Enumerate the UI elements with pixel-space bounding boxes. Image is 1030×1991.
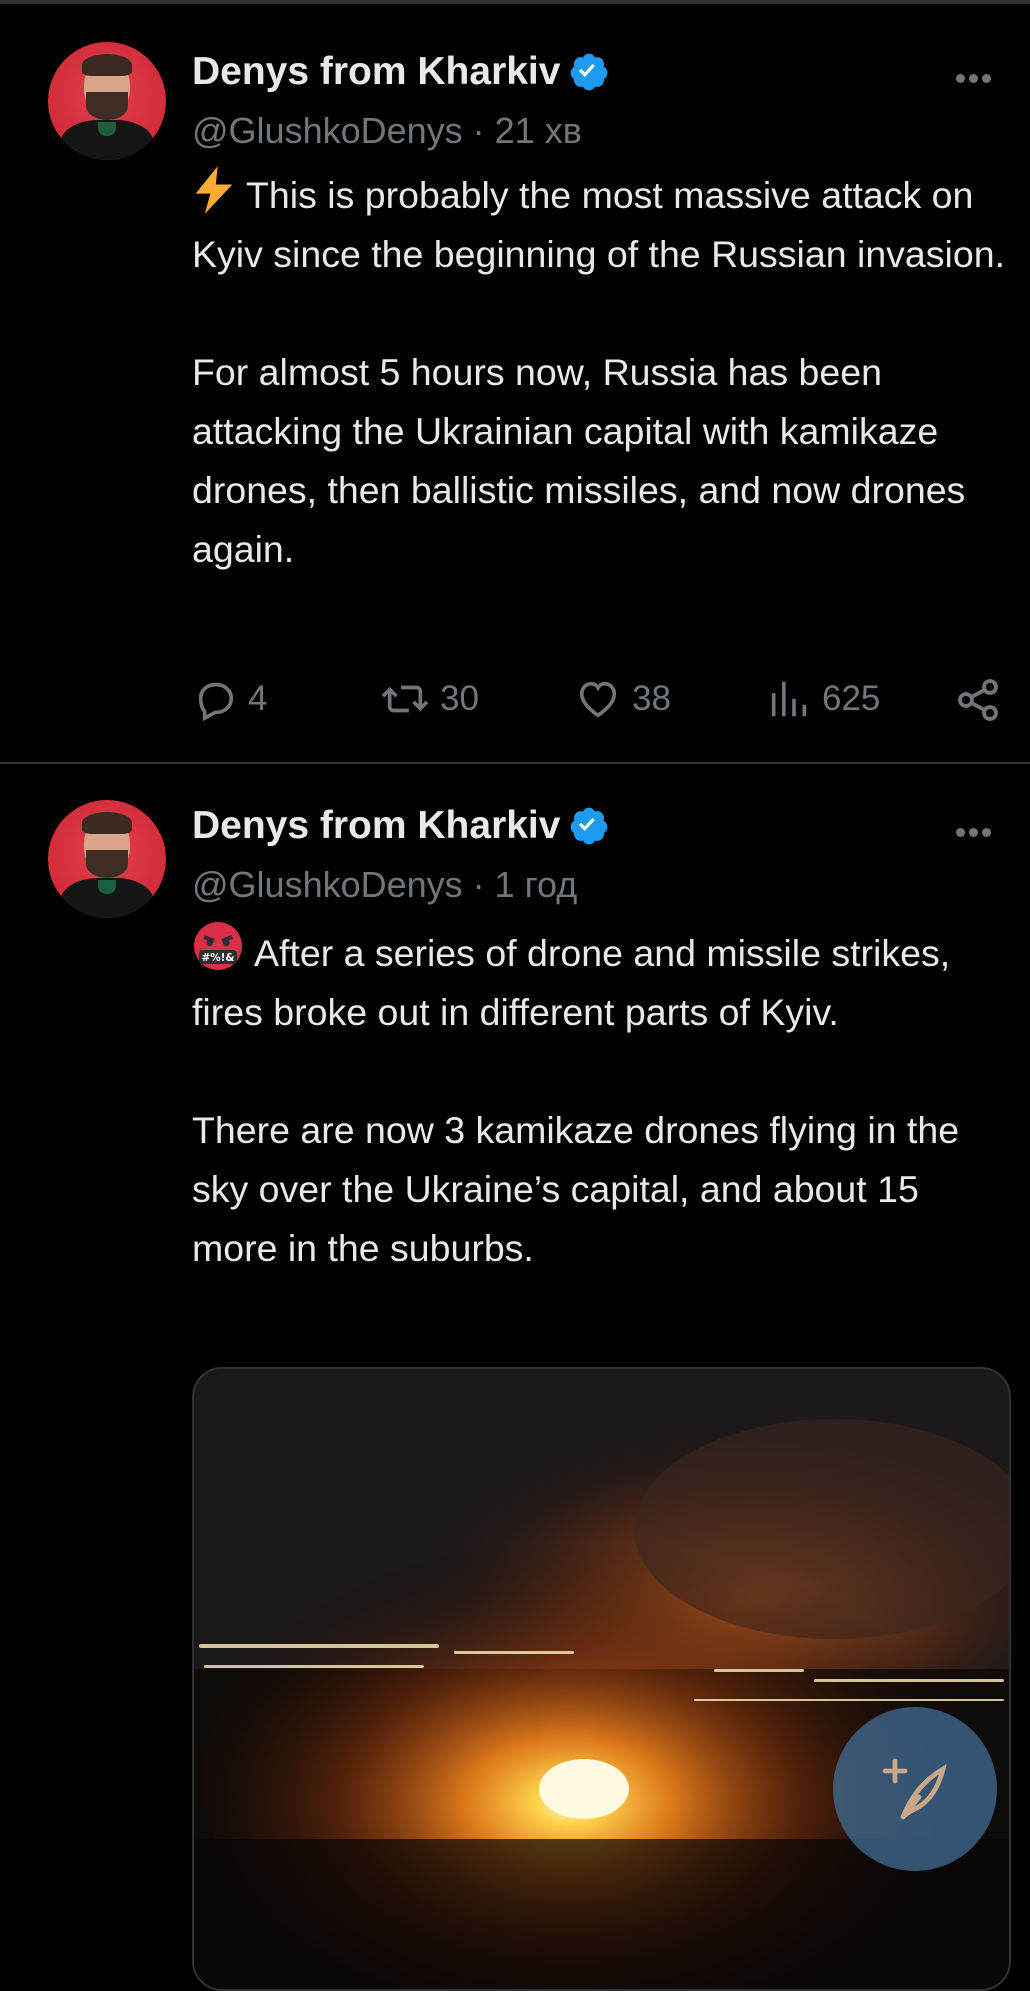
repost-count: 30 bbox=[440, 679, 479, 718]
tweet-body: This is probably the most massive attack… bbox=[192, 174, 1005, 570]
like-button[interactable]: 38 bbox=[574, 676, 671, 722]
avatar[interactable] bbox=[48, 42, 166, 160]
share-icon bbox=[958, 679, 998, 721]
avatar[interactable] bbox=[48, 800, 166, 918]
author-row: Denys from Kharkiv bbox=[192, 50, 610, 94]
night-fire-photo bbox=[194, 1369, 1009, 1989]
handle-row: @GlushkoDenys · 1 год bbox=[192, 864, 577, 906]
repost-button[interactable]: 30 bbox=[380, 676, 479, 722]
cursing-face-emoji-icon: #%!& bbox=[194, 922, 242, 970]
tweet-body: After a series of drone and missile stri… bbox=[192, 932, 960, 1269]
repost-icon bbox=[381, 685, 429, 713]
author-name[interactable]: Denys from Kharkiv bbox=[192, 50, 560, 94]
handle-row: @GlushkoDenys · 21 хв bbox=[192, 110, 582, 152]
verified-badge-icon bbox=[571, 807, 608, 845]
tweet-media-photo[interactable] bbox=[192, 1367, 1011, 1991]
heart-icon bbox=[579, 681, 617, 718]
author-handle[interactable]: @GlushkoDenys bbox=[192, 864, 463, 905]
tweet-text: #%!& After a series of drone and missile … bbox=[192, 920, 1012, 1278]
reply-button[interactable]: 4 bbox=[192, 676, 267, 722]
lightning-emoji-icon bbox=[195, 166, 233, 214]
tweet-actions: 4 30 38 625 bbox=[192, 676, 1012, 732]
author-handle[interactable]: @GlushkoDenys bbox=[192, 110, 463, 151]
more-options-icon[interactable] bbox=[956, 822, 1000, 838]
post-time[interactable]: 21 хв bbox=[495, 110, 582, 151]
cursing-symbols: #%!& bbox=[202, 952, 235, 964]
like-count: 38 bbox=[632, 679, 671, 718]
verified-badge-icon bbox=[571, 53, 608, 91]
compose-post-icon bbox=[882, 1758, 947, 1820]
more-options-icon[interactable] bbox=[956, 68, 1000, 84]
author-row: Denys from Kharkiv bbox=[192, 804, 610, 848]
post-time[interactable]: 1 год bbox=[495, 864, 578, 905]
reply-count: 4 bbox=[248, 679, 268, 718]
views-chart-icon bbox=[771, 681, 807, 717]
separator-dot: · bbox=[462, 110, 495, 151]
reply-icon bbox=[198, 682, 234, 722]
compose-post-button[interactable] bbox=[833, 1707, 997, 1871]
share-button[interactable] bbox=[954, 676, 1012, 724]
views-count: 625 bbox=[822, 679, 881, 718]
author-name[interactable]: Denys from Kharkiv bbox=[192, 804, 560, 848]
tweet[interactable]: Denys from Kharkiv @GlushkoDenys · 21 хв… bbox=[0, 4, 1030, 764]
tweet-text: This is probably the most massive attack… bbox=[192, 166, 1012, 579]
views-button[interactable]: 625 bbox=[766, 676, 880, 722]
separator-dot: · bbox=[462, 864, 495, 905]
